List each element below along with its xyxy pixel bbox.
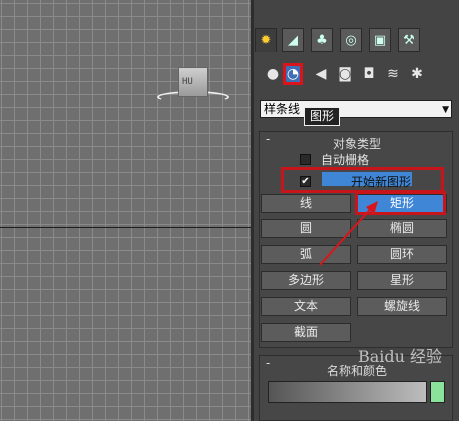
shape-type-dropdown[interactable]: 样条线 ▼ <box>260 100 452 118</box>
viewport-object[interactable]: HU <box>178 67 208 97</box>
create-icon[interactable]: ✹ <box>255 28 277 52</box>
tooltip-shapes: 图形 <box>304 107 341 126</box>
text-button[interactable]: 文本 <box>261 297 351 316</box>
helpers-icon[interactable]: ◘ <box>359 63 379 85</box>
object-name-input[interactable] <box>268 381 427 403</box>
autogrid-row: 自动栅格 <box>300 151 369 168</box>
spacewarps-icon[interactable]: ≋ <box>383 63 403 85</box>
autogrid-checkbox[interactable] <box>300 154 311 165</box>
viewport-axis-line <box>0 227 251 228</box>
object-category-icons: ● ◔ ◀ ◙ ◘ ≋ ✱ <box>254 63 459 87</box>
helix-button[interactable]: 螺旋线 <box>357 297 447 316</box>
utilities-icon[interactable]: ⚒ <box>398 28 420 52</box>
geometry-icon[interactable]: ● <box>263 63 283 85</box>
cameras-icon[interactable]: ◙ <box>335 63 355 85</box>
chevron-down-icon[interactable]: ▼ <box>442 102 449 118</box>
watermark: Baidu 经验 <box>358 347 443 366</box>
shape-type-value: 样条线 <box>264 102 301 116</box>
command-panel-tabs: ✹ ◢ ♣ ◎ ▣ ⚒ <box>254 28 459 54</box>
viewport-object-label: HU <box>182 77 193 87</box>
autogrid-label: 自动栅格 <box>321 153 370 167</box>
section-button[interactable]: 截面 <box>261 323 351 342</box>
shapes-icon[interactable]: ◔ <box>283 63 303 85</box>
object-color-swatch[interactable] <box>430 381 445 403</box>
lights-icon[interactable]: ◀ <box>311 63 331 85</box>
hierarchy-icon[interactable]: ♣ <box>311 28 333 52</box>
modify-icon[interactable]: ◢ <box>282 28 304 52</box>
start-new-shape-annotation <box>281 167 444 193</box>
motion-icon[interactable]: ◎ <box>340 28 362 52</box>
viewport-top[interactable]: HU <box>0 0 251 421</box>
systems-icon[interactable]: ✱ <box>407 63 427 85</box>
rollout-title[interactable]: 对象类型 <box>260 135 454 152</box>
display-icon[interactable]: ▣ <box>369 28 391 52</box>
arrow-annotation-icon <box>319 201 378 266</box>
